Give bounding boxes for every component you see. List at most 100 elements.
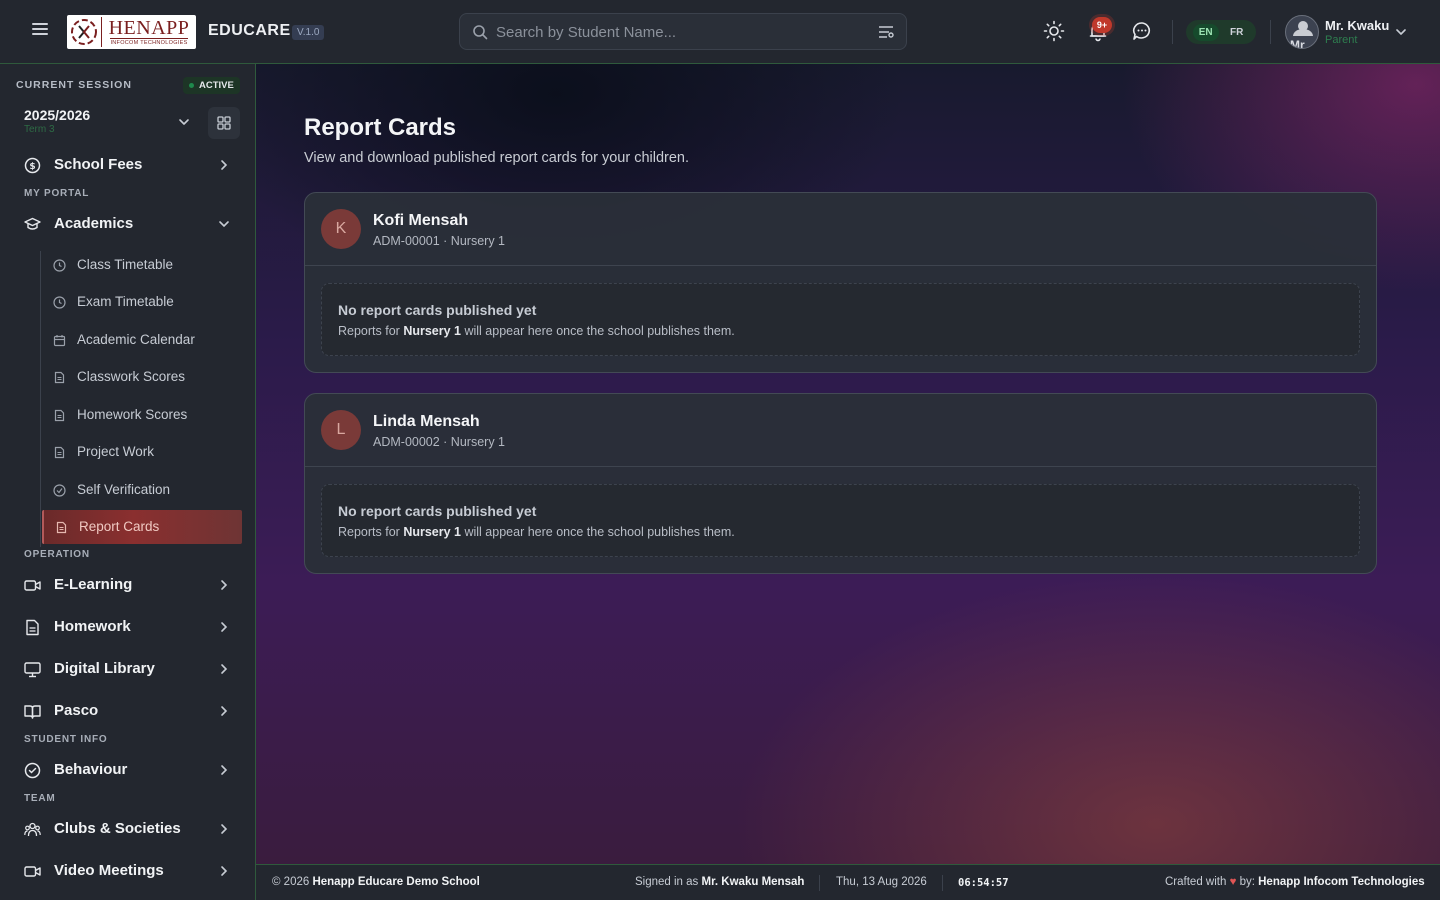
users-group-icon <box>24 822 41 837</box>
footer-clock: 06:54:57 <box>958 877 1009 889</box>
footer-date: Thu, 13 Aug 2026 <box>836 876 927 888</box>
logo-word: HENAPP <box>108 16 190 39</box>
nav-homework[interactable]: Homework <box>16 610 240 644</box>
logo-subtitle: INFOCOM TECHNOLOGIES <box>110 37 188 46</box>
file-text-icon <box>26 619 39 636</box>
nav-school-fees[interactable]: $ School Fees <box>16 148 240 182</box>
student-card: K Kofi Mensah ADM-00001 · Nursery 1 No r… <box>304 192 1377 373</box>
grid-icon <box>217 116 231 130</box>
notification-count-badge: 9+ <box>1092 17 1112 33</box>
sub-exam-timetable[interactable]: Exam Timetable <box>42 285 242 319</box>
sub-classwork-scores[interactable]: Classwork Scores <box>42 360 242 394</box>
app-brand: EDUCARE <box>208 22 291 39</box>
sub-label: Homework Scores <box>77 407 188 422</box>
nav-label: Behaviour <box>54 761 128 778</box>
section-my-portal: MY PORTAL <box>24 188 90 199</box>
chat-icon[interactable] <box>1131 20 1153 42</box>
nav-e-learning[interactable]: E-Learning <box>16 568 240 602</box>
sub-label: Exam Timetable <box>77 294 174 309</box>
sub-academic-calendar[interactable]: Academic Calendar <box>42 323 242 357</box>
graduation-cap-icon <box>24 217 41 230</box>
nav-clubs-societies[interactable]: Clubs & Societies <box>16 812 240 846</box>
chevron-right-icon <box>221 580 228 590</box>
filter-icon[interactable] <box>878 25 894 39</box>
empty-state-description: Reports for Nursery 1 will appear here o… <box>338 324 735 338</box>
chevron-down-icon <box>219 221 229 228</box>
session-label: CURRENT SESSION <box>16 79 132 91</box>
nav-video-meetings[interactable]: Video Meetings <box>16 854 240 888</box>
document-icon <box>54 446 65 459</box>
footer-divider <box>819 875 820 891</box>
sub-label: Project Work <box>77 444 155 459</box>
chevron-right-icon <box>221 160 228 170</box>
nav-label: Pasco <box>54 702 99 719</box>
sub-self-verification[interactable]: Self Verification <box>42 473 242 507</box>
company-link[interactable]: Henapp Infocom Technologies <box>1258 876 1425 888</box>
student-name: Kofi Mensah <box>373 212 469 229</box>
student-card: L Linda Mensah ADM-00002 · Nursery 1 No … <box>304 393 1377 574</box>
main-content: Report Cards View and download published… <box>256 64 1440 864</box>
sub-label: Class Timetable <box>77 257 174 272</box>
svg-text:$: $ <box>29 162 35 172</box>
lang-fr-button[interactable]: FR <box>1224 24 1249 41</box>
section-operation: OPERATION <box>24 549 90 560</box>
calendar-icon <box>53 335 66 347</box>
nav-behaviour[interactable]: Behaviour <box>16 753 240 787</box>
menu-toggle-icon[interactable] <box>28 20 52 44</box>
sub-report-cards[interactable]: Report Cards <box>42 510 242 544</box>
toolbar-divider <box>1270 20 1271 44</box>
lang-en-button[interactable]: EN <box>1192 23 1219 41</box>
nav-label: Academics <box>54 215 134 232</box>
student-meta: ADM-00002 · Nursery 1 <box>373 435 505 449</box>
nav-label: E-Learning <box>54 576 133 593</box>
clock-icon <box>53 296 66 309</box>
footer: © 2026 Henapp Educare Demo School Signed… <box>256 864 1440 900</box>
user-role: Parent <box>1325 34 1358 46</box>
footer-signed-in: Signed in as Mr. Kwaku Mensah <box>635 876 805 888</box>
logo-mark-icon <box>67 15 101 49</box>
student-card-header[interactable]: L Linda Mensah ADM-00002 · Nursery 1 <box>305 394 1376 467</box>
page-subtitle: View and download published report cards… <box>304 150 690 166</box>
nav-pasco[interactable]: Pasco <box>16 694 240 728</box>
nav-academics[interactable]: Academics <box>16 207 240 241</box>
footer-copyright: © 2026 Henapp Educare Demo School <box>272 876 480 888</box>
empty-state: No report cards published yet Reports fo… <box>321 283 1360 356</box>
footer-divider <box>942 875 943 891</box>
chevron-down-icon[interactable] <box>177 115 191 129</box>
sub-homework-scores[interactable]: Homework Scores <box>42 398 242 432</box>
chevron-down-icon[interactable] <box>1394 25 1408 39</box>
document-icon <box>56 521 67 534</box>
class-name: Nursery 1 <box>403 525 461 539</box>
student-avatar: L <box>321 410 361 450</box>
sub-label: Classwork Scores <box>77 369 186 384</box>
class-name: Nursery 1 <box>403 324 461 338</box>
document-icon <box>54 371 65 384</box>
nav-label: Video Meetings <box>54 862 164 879</box>
theme-toggle-sun-icon[interactable] <box>1043 20 1065 42</box>
language-switcher: EN FR <box>1186 20 1256 44</box>
submenu-rail <box>40 251 41 547</box>
sub-project-work[interactable]: Project Work <box>42 435 242 469</box>
video-camera-icon <box>24 866 41 877</box>
nav-digital-library[interactable]: Digital Library <box>16 652 240 686</box>
section-team: TEAM <box>24 793 56 804</box>
version-badge: V.1.0 <box>292 25 325 40</box>
monitor-icon <box>24 662 41 678</box>
student-name: Linda Mensah <box>373 413 480 430</box>
session-year[interactable]: 2025/2026 <box>24 107 90 123</box>
student-card-header[interactable]: K Kofi Mensah ADM-00001 · Nursery 1 <box>305 193 1376 266</box>
top-bar: HENAPP INFOCOM TECHNOLOGIES EDUCARE V.1.… <box>0 0 1440 64</box>
chevron-right-icon <box>221 664 228 674</box>
toolbar-divider <box>1172 20 1173 44</box>
chevron-right-icon <box>221 622 228 632</box>
school-name: Henapp Educare Demo School <box>312 876 480 888</box>
henapp-logo[interactable]: HENAPP INFOCOM TECHNOLOGIES <box>67 15 196 49</box>
grid-view-button[interactable] <box>208 107 240 139</box>
search-input[interactable] <box>496 20 856 44</box>
signed-user: Mr. Kwaku Mensah <box>701 876 805 888</box>
clock-icon <box>53 259 66 272</box>
user-avatar[interactable]: Mr <box>1285 15 1319 49</box>
sub-class-timetable[interactable]: Class Timetable <box>42 248 242 282</box>
sidebar: CURRENT SESSION ACTIVE 2025/2026 Term 3 … <box>0 64 256 900</box>
user-name[interactable]: Mr. Kwaku <box>1325 18 1389 33</box>
